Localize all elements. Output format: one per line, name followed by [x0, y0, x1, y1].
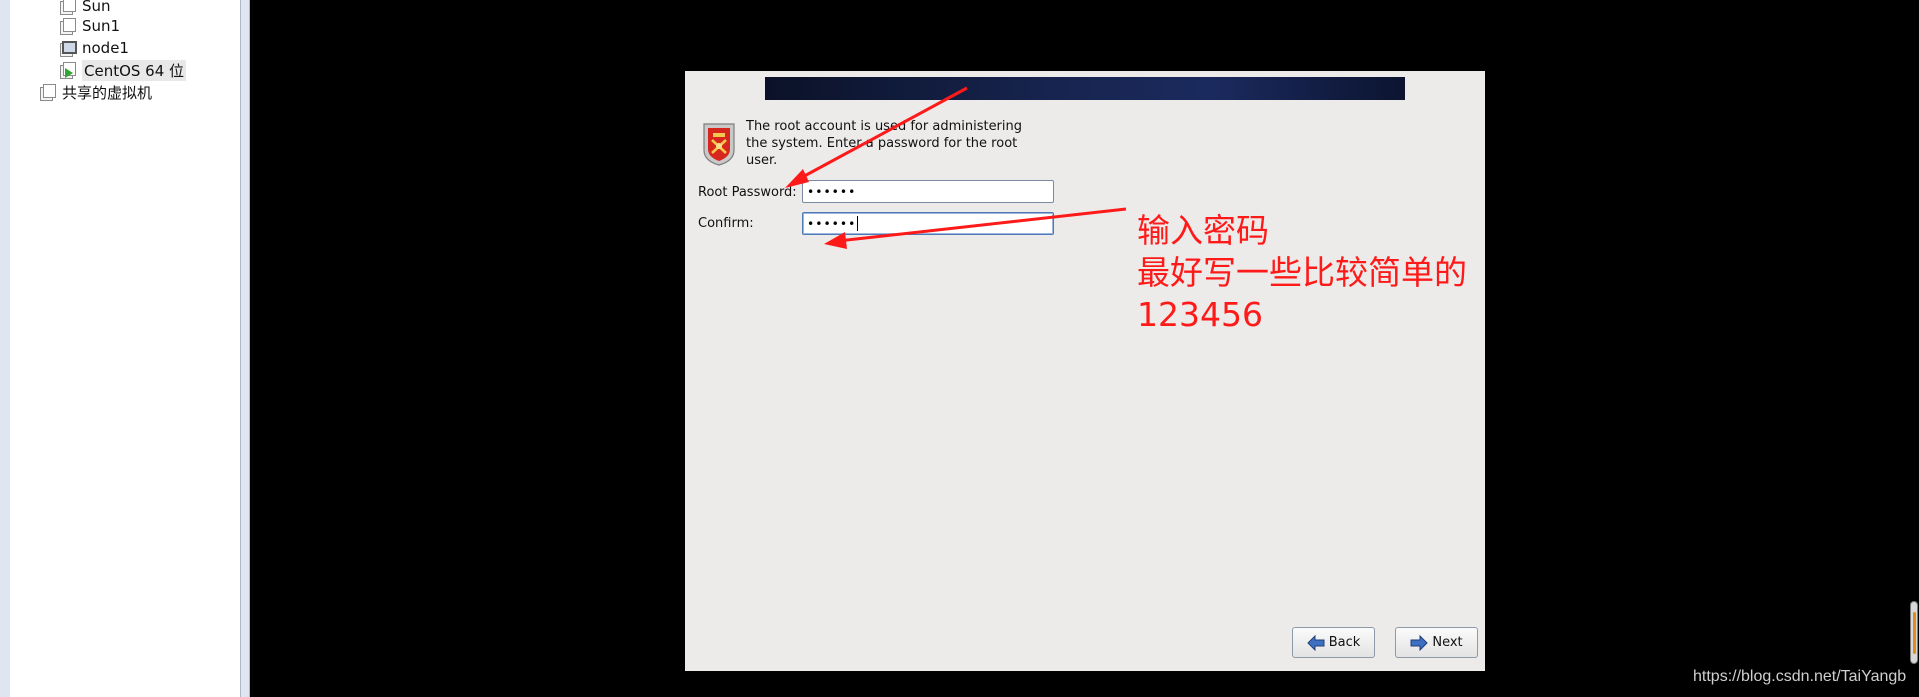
root-password-input[interactable]: •••••• — [802, 180, 1054, 203]
text-caret — [857, 216, 859, 231]
vm-running-icon — [59, 62, 76, 79]
tree-item-shared-vms[interactable]: 共享的虚拟机 — [39, 82, 152, 102]
shield-icon — [703, 123, 735, 166]
tree-item-label: Sun — [82, 0, 111, 15]
watermark: https://blog.csdn.net/TaiYangb — [1693, 668, 1907, 685]
back-label: Back — [1328, 635, 1361, 650]
confirm-password-value: •••••• — [807, 216, 857, 231]
installer-banner — [765, 77, 1405, 100]
confirm-label: Confirm: — [698, 216, 754, 231]
next-label: Next — [1432, 635, 1463, 650]
tree-item-sun[interactable]: Sun — [59, 0, 111, 16]
installer-window: The root account is used for administeri… — [685, 71, 1485, 671]
vm-icon — [59, 0, 76, 15]
tree-item-sun1[interactable]: Sun1 — [59, 16, 120, 36]
arrow-left-icon — [1307, 634, 1325, 651]
next-button[interactable]: Next — [1395, 627, 1478, 658]
annotation-line-3: 123456 — [1137, 295, 1263, 334]
tree-item-label: node1 — [82, 39, 129, 57]
tree-item-centos[interactable]: CentOS 64 位 — [59, 59, 187, 81]
annotation-line-1: 输入密码 — [1137, 211, 1269, 250]
library-tree: Sun Sun1 node1 CentOS 64 位 共享的虚拟机 — [10, 0, 240, 697]
vm-team-icon — [59, 40, 77, 57]
root-password-label: Root Password: — [698, 185, 797, 200]
vm-icon — [59, 18, 76, 35]
confirm-password-input[interactable]: •••••• — [802, 212, 1054, 235]
shared-vm-icon — [39, 84, 56, 101]
arrow-right-icon — [1410, 634, 1429, 651]
root-account-description: The root account is used for administeri… — [746, 119, 1023, 168]
back-button[interactable]: Back — [1292, 627, 1375, 658]
panel-divider[interactable] — [240, 0, 250, 697]
root-password-value: •••••• — [807, 184, 857, 199]
tree-item-label: Sun1 — [82, 17, 121, 35]
tree-item-node1[interactable]: node1 — [59, 38, 129, 58]
tree-item-label: CentOS 64 位 — [82, 59, 187, 81]
annotation-line-2: 最好写一些比较简单的 — [1137, 253, 1467, 292]
tree-item-label: 共享的虚拟机 — [62, 83, 153, 102]
scrollbar-thumb[interactable] — [1910, 601, 1918, 664]
